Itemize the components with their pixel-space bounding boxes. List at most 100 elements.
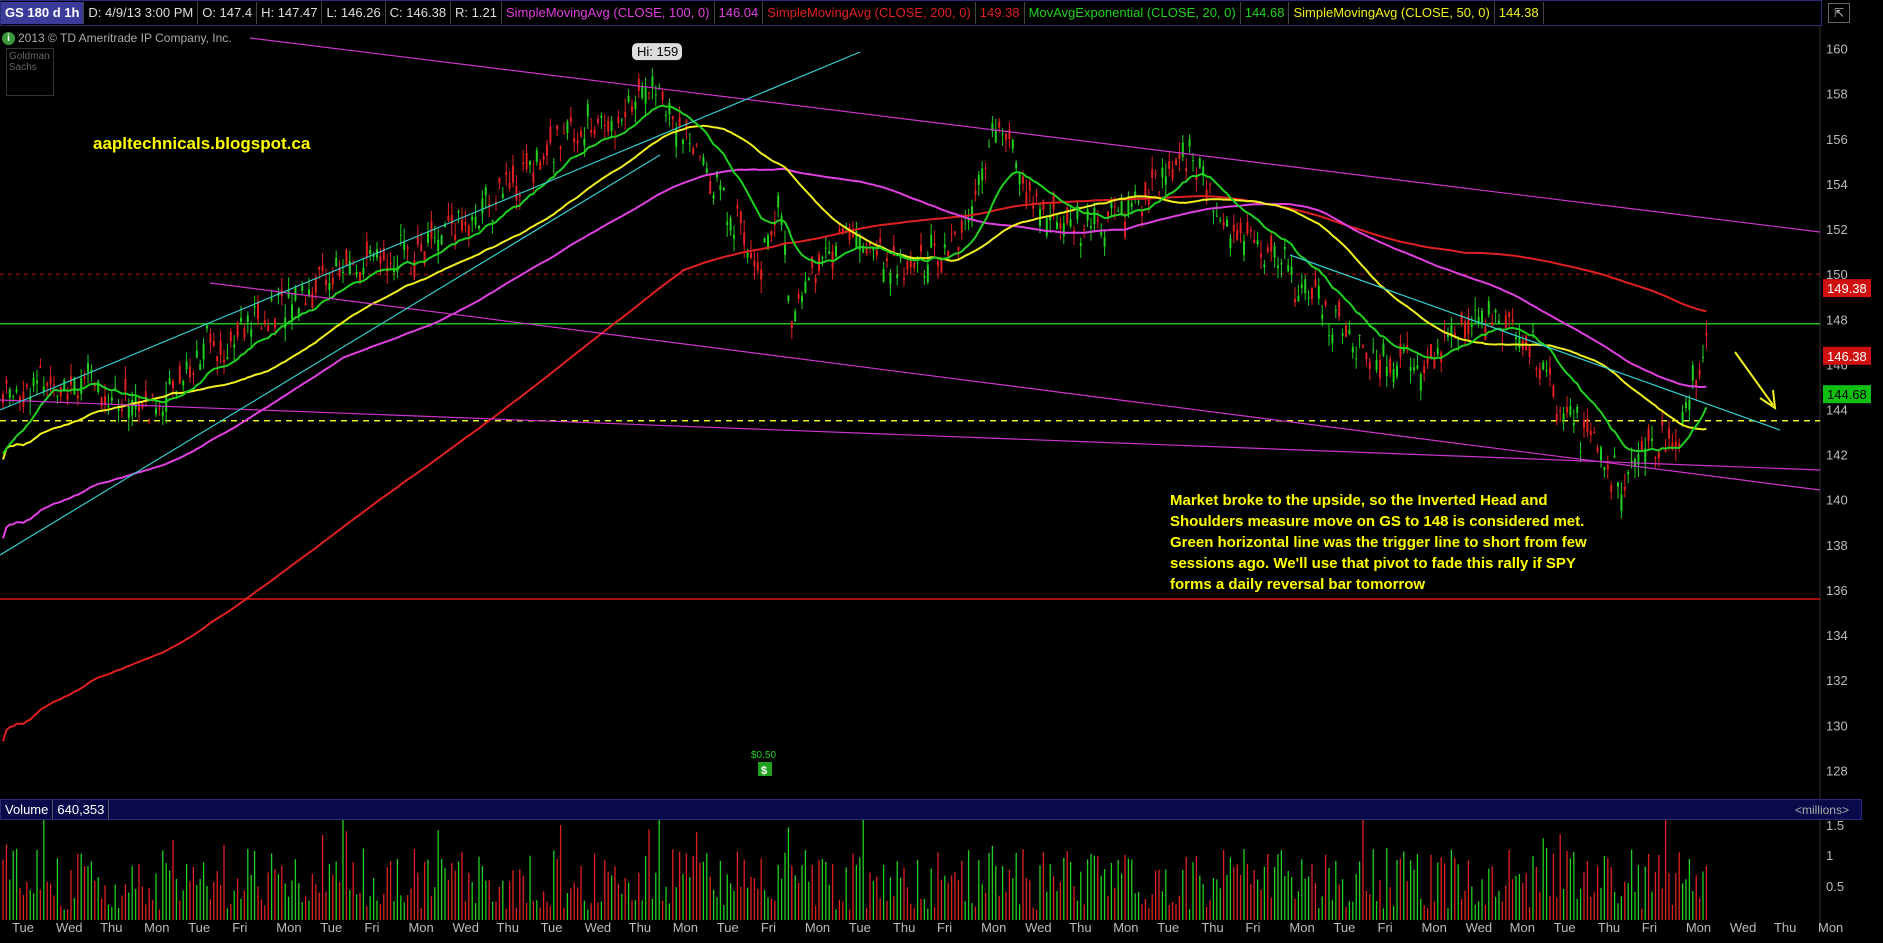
price-bar — [107, 405, 110, 408]
price-bar — [1158, 191, 1160, 193]
x-tick-label: Wed — [56, 920, 83, 935]
price-bar — [32, 377, 35, 386]
price-bar — [546, 144, 548, 156]
price-bar — [1277, 265, 1279, 269]
price-bar — [529, 161, 531, 165]
x-tick-label: Fri — [1642, 920, 1657, 935]
price-bar — [583, 138, 586, 146]
price-bar — [1685, 402, 1687, 409]
price-bar — [1168, 161, 1171, 169]
price-bar — [325, 280, 327, 286]
price-bar — [552, 161, 555, 163]
study-sma100-label[interactable]: SimpleMovingAvg (CLOSE, 100, 0) — [502, 2, 715, 24]
price-bar — [1702, 356, 1704, 358]
price-flag-label: 149.38 — [1827, 281, 1867, 296]
volume-tick-label: 1.5 — [1826, 818, 1844, 833]
price-bar — [896, 274, 899, 278]
price-bar — [76, 395, 79, 399]
price-bar — [787, 295, 790, 302]
price-bar — [427, 232, 429, 243]
price-bar — [100, 397, 103, 407]
price-bar — [879, 238, 882, 243]
price-bar — [25, 384, 28, 387]
x-tick-label: Thu — [629, 920, 651, 935]
volume-label[interactable]: Volume — [1, 800, 54, 819]
price-bar — [1389, 358, 1392, 373]
price-bar — [318, 267, 321, 270]
lower-trend-line — [0, 154, 661, 556]
price-bar — [1474, 309, 1477, 311]
price-bar — [189, 366, 191, 378]
x-tick-label: Fri — [232, 920, 247, 935]
price-bar — [508, 182, 511, 189]
price-bar — [206, 325, 208, 329]
price-bar — [1460, 312, 1463, 324]
price-bar — [1198, 158, 1201, 168]
price-bar — [522, 162, 525, 165]
price-bar — [1096, 219, 1099, 222]
price-bar — [1419, 374, 1422, 391]
price-bar — [1181, 142, 1184, 157]
study-sma200-label[interactable]: SimpleMovingAvg (CLOSE, 200, 0) — [763, 2, 976, 24]
chart-annotation: Market broke to the upside, so the Inver… — [1170, 492, 1587, 593]
price-bar — [569, 116, 572, 123]
price-bar — [263, 320, 266, 325]
price-bar — [267, 325, 270, 331]
price-bar — [5, 380, 8, 384]
price-bar — [733, 234, 735, 239]
price-bar — [454, 234, 457, 240]
price-bar — [1321, 314, 1324, 319]
price-bar — [790, 321, 793, 329]
y-tick-label: 128 — [1826, 763, 1848, 778]
price-bar — [777, 195, 780, 208]
price-bar — [1103, 237, 1106, 247]
price-bar — [1294, 299, 1296, 303]
price-bar — [1385, 366, 1388, 377]
price-bar — [478, 225, 480, 229]
price-bar — [1542, 362, 1545, 370]
price-bar — [505, 172, 508, 175]
study-sma50-label[interactable]: SimpleMovingAvg (CLOSE, 50, 0) — [1289, 2, 1495, 24]
price-bar — [631, 106, 633, 112]
x-tick-label: Thu — [893, 920, 915, 935]
price-bar — [66, 393, 69, 400]
price-bar — [355, 272, 358, 275]
price-bar — [1022, 176, 1024, 184]
price-bar — [688, 143, 691, 145]
info-icon[interactable]: i — [2, 32, 15, 45]
price-bar — [321, 265, 324, 272]
price-bar — [1338, 301, 1341, 317]
price-bar — [1600, 447, 1602, 461]
price-bar — [1263, 264, 1266, 268]
price-bar — [406, 246, 409, 250]
x-tick-label: Thu — [100, 920, 122, 935]
bar-high: H: 147.47 — [257, 2, 323, 24]
price-bar — [1392, 369, 1395, 383]
price-bar — [216, 355, 219, 362]
price-bar — [416, 236, 419, 245]
price-bar — [1569, 406, 1572, 416]
price-bar — [634, 101, 637, 110]
price-bar — [1035, 193, 1038, 197]
collapse-icon[interactable]: ⇱ — [1828, 3, 1850, 23]
symbol-label[interactable]: GS 180 d 1h — [1, 2, 85, 24]
study-ema20-label[interactable]: MovAvgExponential (CLOSE, 20, 0) — [1025, 2, 1241, 24]
price-bar — [665, 114, 667, 116]
price-bar — [835, 246, 837, 257]
price-bar — [243, 328, 246, 338]
price-bar — [1464, 321, 1466, 338]
price-bar — [1090, 226, 1092, 228]
price-bar — [1348, 329, 1351, 335]
price-bar — [1487, 301, 1490, 315]
price-bar — [471, 216, 474, 221]
price-bar — [702, 156, 705, 165]
x-tick-label: Fri — [364, 920, 379, 935]
price-bar — [1532, 330, 1534, 332]
price-bar — [1246, 222, 1249, 234]
price-bar — [46, 382, 49, 386]
price-bar — [8, 389, 11, 399]
volume-tick-label: 0.5 — [1826, 879, 1844, 894]
price-bar — [923, 275, 926, 278]
price-bar — [1056, 222, 1058, 229]
price-bar — [1382, 343, 1385, 356]
